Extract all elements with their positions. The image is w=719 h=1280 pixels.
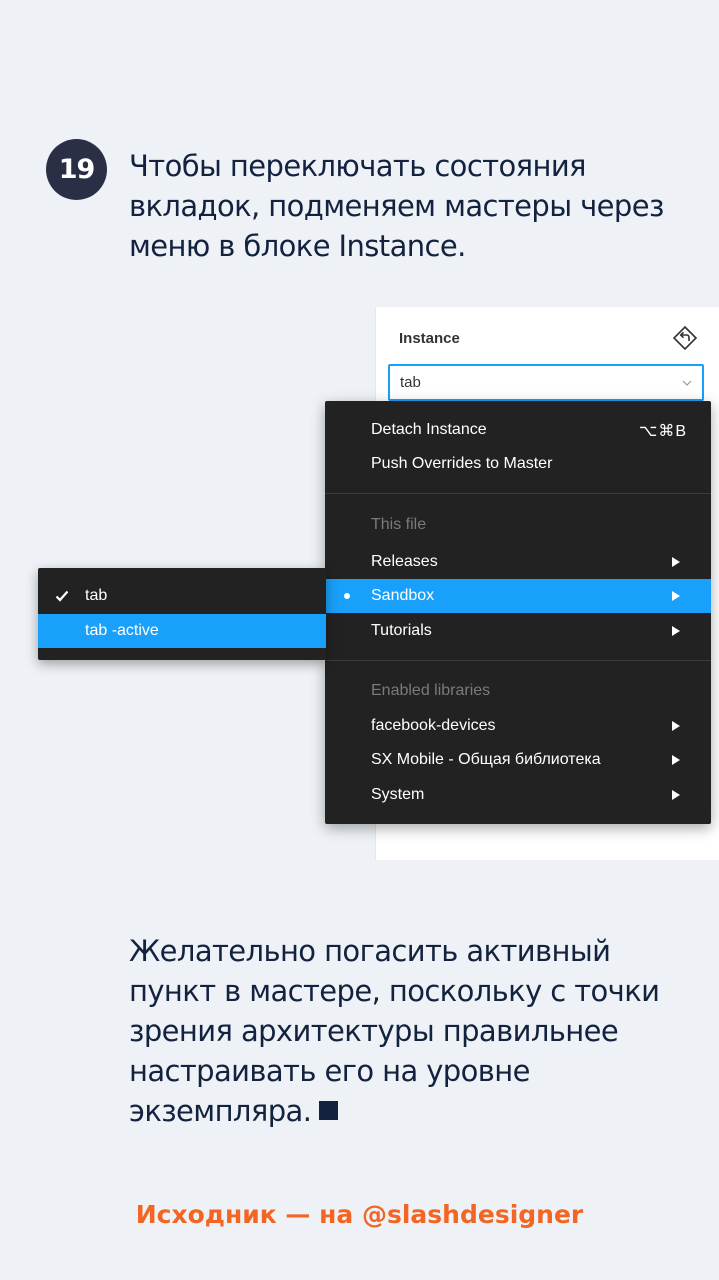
submenu-item-label: tab [85, 587, 108, 604]
menu-item-sx-mobile[interactable]: SX Mobile - Общая библиотека [325, 743, 711, 777]
menu-item-sandbox[interactable]: Sandbox [325, 579, 711, 613]
menu-header-this-file: This file [325, 508, 711, 542]
end-mark [319, 1101, 339, 1120]
menu-item-label: Detach Instance [371, 421, 487, 438]
instance-context-menu: Detach Instance ⌥⌘B Push Overrides to Ma… [325, 401, 711, 824]
source-credit: Исходник — на @slashdesigner [135, 1200, 584, 1229]
menu-header-enabled-libraries: Enabled libraries [325, 674, 711, 708]
menu-item-label: Push Overrides to Master [371, 455, 553, 472]
submenu-arrow-icon [672, 790, 680, 800]
menu-item-push-overrides[interactable]: Push Overrides to Master [325, 447, 711, 481]
submenu-arrow-icon [672, 755, 680, 765]
submenu-item-label: tab -active [85, 622, 159, 639]
outro-text-block: Желательно погасить активный пункт в мас… [129, 931, 689, 1131]
submenu-arrow-icon [672, 721, 680, 731]
menu-item-label: Tutorials [371, 622, 432, 639]
menu-divider [325, 493, 711, 494]
intro-text: Чтобы переключать состояния вкладок, под… [129, 149, 664, 263]
submenu-item-tab-active[interactable]: tab -active [38, 614, 326, 648]
master-variant-submenu: tab tab -active [38, 568, 326, 660]
submenu-arrow-icon [672, 626, 680, 636]
submenu-arrow-icon [672, 591, 680, 601]
menu-item-label: System [371, 786, 425, 803]
menu-item-label: Sandbox [371, 587, 435, 604]
menu-item-tutorials[interactable]: Tutorials [325, 614, 711, 648]
menu-header-label: Enabled libraries [371, 682, 491, 699]
menu-header-label: This file [371, 516, 427, 533]
menu-item-facebook-devices[interactable]: facebook-devices [325, 709, 711, 743]
menu-item-label: Releases [371, 553, 438, 570]
check-icon [55, 590, 69, 602]
menu-item-label: SX Mobile - Общая библиотека [371, 751, 601, 768]
step-number-badge: 19 [46, 139, 107, 200]
panel-title: Instance [399, 330, 460, 347]
outro-text: Желательно погасить активный пункт в мас… [129, 934, 660, 1128]
chevron-down-icon [682, 380, 692, 386]
submenu-arrow-icon [672, 557, 680, 567]
menu-item-shortcut: ⌥⌘B [638, 423, 687, 440]
active-dot-icon [344, 593, 350, 599]
instance-master-select[interactable]: tab [388, 364, 704, 401]
menu-item-system[interactable]: System [325, 778, 711, 812]
menu-item-releases[interactable]: Releases [325, 545, 711, 579]
instance-select-value: tab [400, 374, 421, 391]
menu-divider [325, 660, 711, 661]
submenu-item-tab[interactable]: tab [38, 579, 326, 613]
reset-instance-icon[interactable] [672, 325, 698, 351]
menu-item-detach-instance[interactable]: Detach Instance ⌥⌘B [325, 413, 711, 447]
menu-item-label: facebook-devices [371, 717, 496, 734]
